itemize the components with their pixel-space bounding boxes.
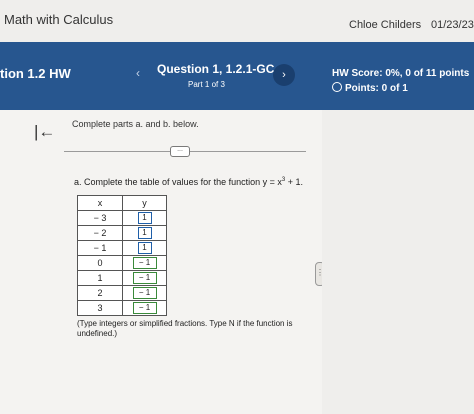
table-row: − 1 1 — [77, 240, 167, 256]
x-cell: − 3 — [77, 210, 123, 226]
assignment-title: tion 1.2 HW — [0, 66, 71, 81]
x-cell: 1 — [77, 270, 123, 286]
user-name[interactable]: Chloe Childers — [349, 19, 421, 31]
points-status: Points: 0 of 1 — [332, 82, 408, 94]
chevron-left-icon[interactable]: ‹ — [136, 66, 140, 80]
question-part: Part 1 of 3 — [188, 80, 225, 89]
table-row: 1 − 1 — [77, 270, 167, 286]
table-row: 0 − 1 — [77, 255, 167, 271]
course-title[interactable]: Math with Calculus — [4, 12, 113, 27]
x-cell: 3 — [77, 300, 123, 316]
table-row: 2 − 1 — [77, 285, 167, 301]
x-cell: − 2 — [77, 225, 123, 241]
next-question-button[interactable]: › — [273, 64, 295, 86]
y-cell: 1 — [122, 240, 167, 256]
y-header: y — [122, 195, 167, 211]
part-a-prefix: a. Complete the table of values for the … — [74, 177, 282, 187]
chevron-right-icon: › — [282, 69, 286, 81]
y-cell: 1 — [122, 225, 167, 241]
y-cell: − 1 — [122, 300, 167, 316]
y-cell: − 1 — [122, 255, 167, 271]
table-header-row: x y — [77, 195, 167, 211]
y-cell: − 1 — [122, 285, 167, 301]
y-input[interactable]: − 1 — [132, 257, 157, 269]
current-date: 01/23/23 — [431, 19, 474, 31]
y-cell: − 1 — [122, 270, 167, 286]
x-cell: 2 — [77, 285, 123, 301]
collapse-left-icon[interactable]: |← — [34, 122, 55, 142]
y-input[interactable]: 1 — [137, 227, 152, 239]
values-table: x y − 3 1 − 2 1 − 1 1 0 − 1 1 − 1 2 − 1 … — [77, 195, 167, 316]
more-button[interactable]: ... — [170, 146, 190, 157]
y-input[interactable]: − 1 — [132, 287, 157, 299]
y-input[interactable]: 1 — [137, 212, 152, 224]
hw-score: HW Score: 0%, 0 of 11 points — [332, 68, 470, 79]
top-bar: Math with Calculus Chloe Childers 01/23/… — [0, 0, 474, 43]
x-header: x — [77, 195, 123, 211]
table-row: 3 − 1 — [77, 300, 167, 316]
table-row: − 2 1 — [77, 225, 167, 241]
instructions: Complete parts a. and b. below. — [72, 119, 199, 129]
empty-circle-icon — [332, 82, 342, 92]
y-input[interactable]: − 1 — [132, 272, 157, 284]
part-a-suffix: + 1. — [285, 177, 303, 187]
points-label: Points: 0 of 1 — [345, 83, 408, 94]
part-a-prompt: a. Complete the table of values for the … — [74, 177, 303, 187]
right-panel — [322, 110, 474, 414]
x-cell: − 1 — [77, 240, 123, 256]
answer-format-note: (Type integers or simplified fractions. … — [77, 319, 293, 338]
x-cell: 0 — [77, 255, 123, 271]
y-input[interactable]: − 1 — [132, 302, 157, 314]
y-input[interactable]: 1 — [137, 242, 152, 254]
question-header: tion 1.2 HW ‹ Question 1, 1.2.1-GC Part … — [0, 42, 474, 110]
question-title[interactable]: Question 1, 1.2.1-GC — [157, 62, 274, 76]
question-content: |← Complete parts a. and b. below. ... a… — [0, 110, 474, 414]
table-row: − 3 1 — [77, 210, 167, 226]
y-cell: 1 — [122, 210, 167, 226]
